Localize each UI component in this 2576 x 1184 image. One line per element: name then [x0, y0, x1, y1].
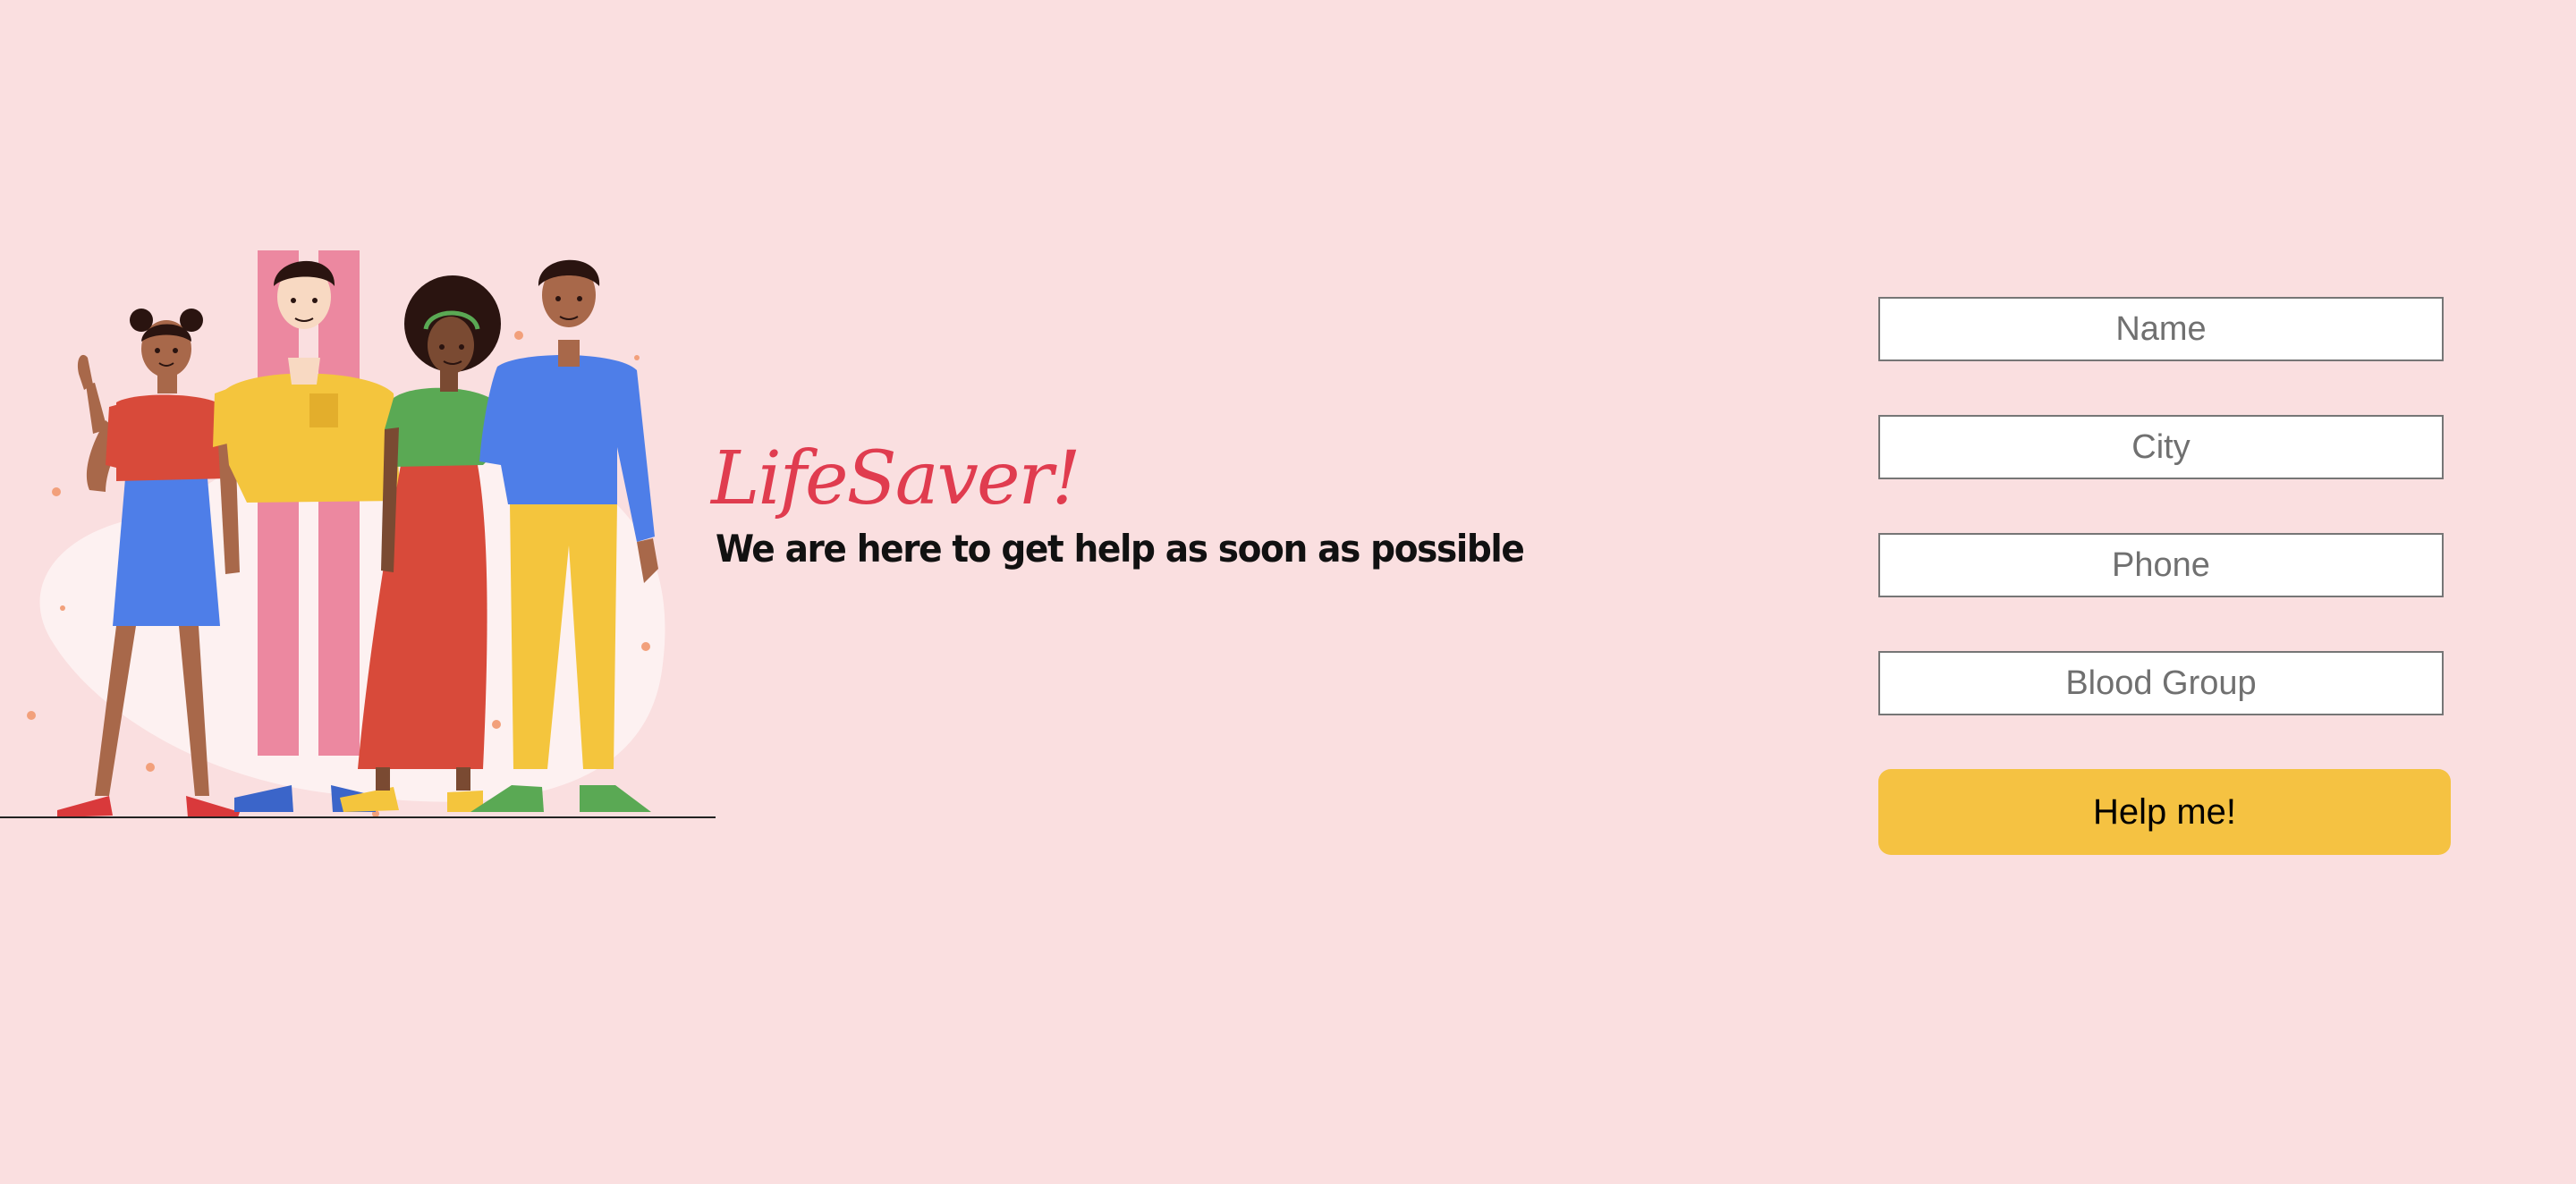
name-input[interactable]: [1878, 297, 2444, 361]
tagline: We are here to get help as soon as possi…: [716, 527, 1525, 571]
phone-input[interactable]: [1878, 533, 2444, 597]
blood-group-input[interactable]: [1878, 651, 2444, 715]
city-input[interactable]: [1878, 415, 2444, 479]
help-me-button[interactable]: Help me!: [1878, 769, 2451, 855]
help-request-form: Help me!: [1878, 297, 2451, 855]
brand-title: LifeSaver!: [711, 436, 1081, 521]
people-illustration: [27, 250, 665, 817]
ground-line: [0, 816, 716, 818]
